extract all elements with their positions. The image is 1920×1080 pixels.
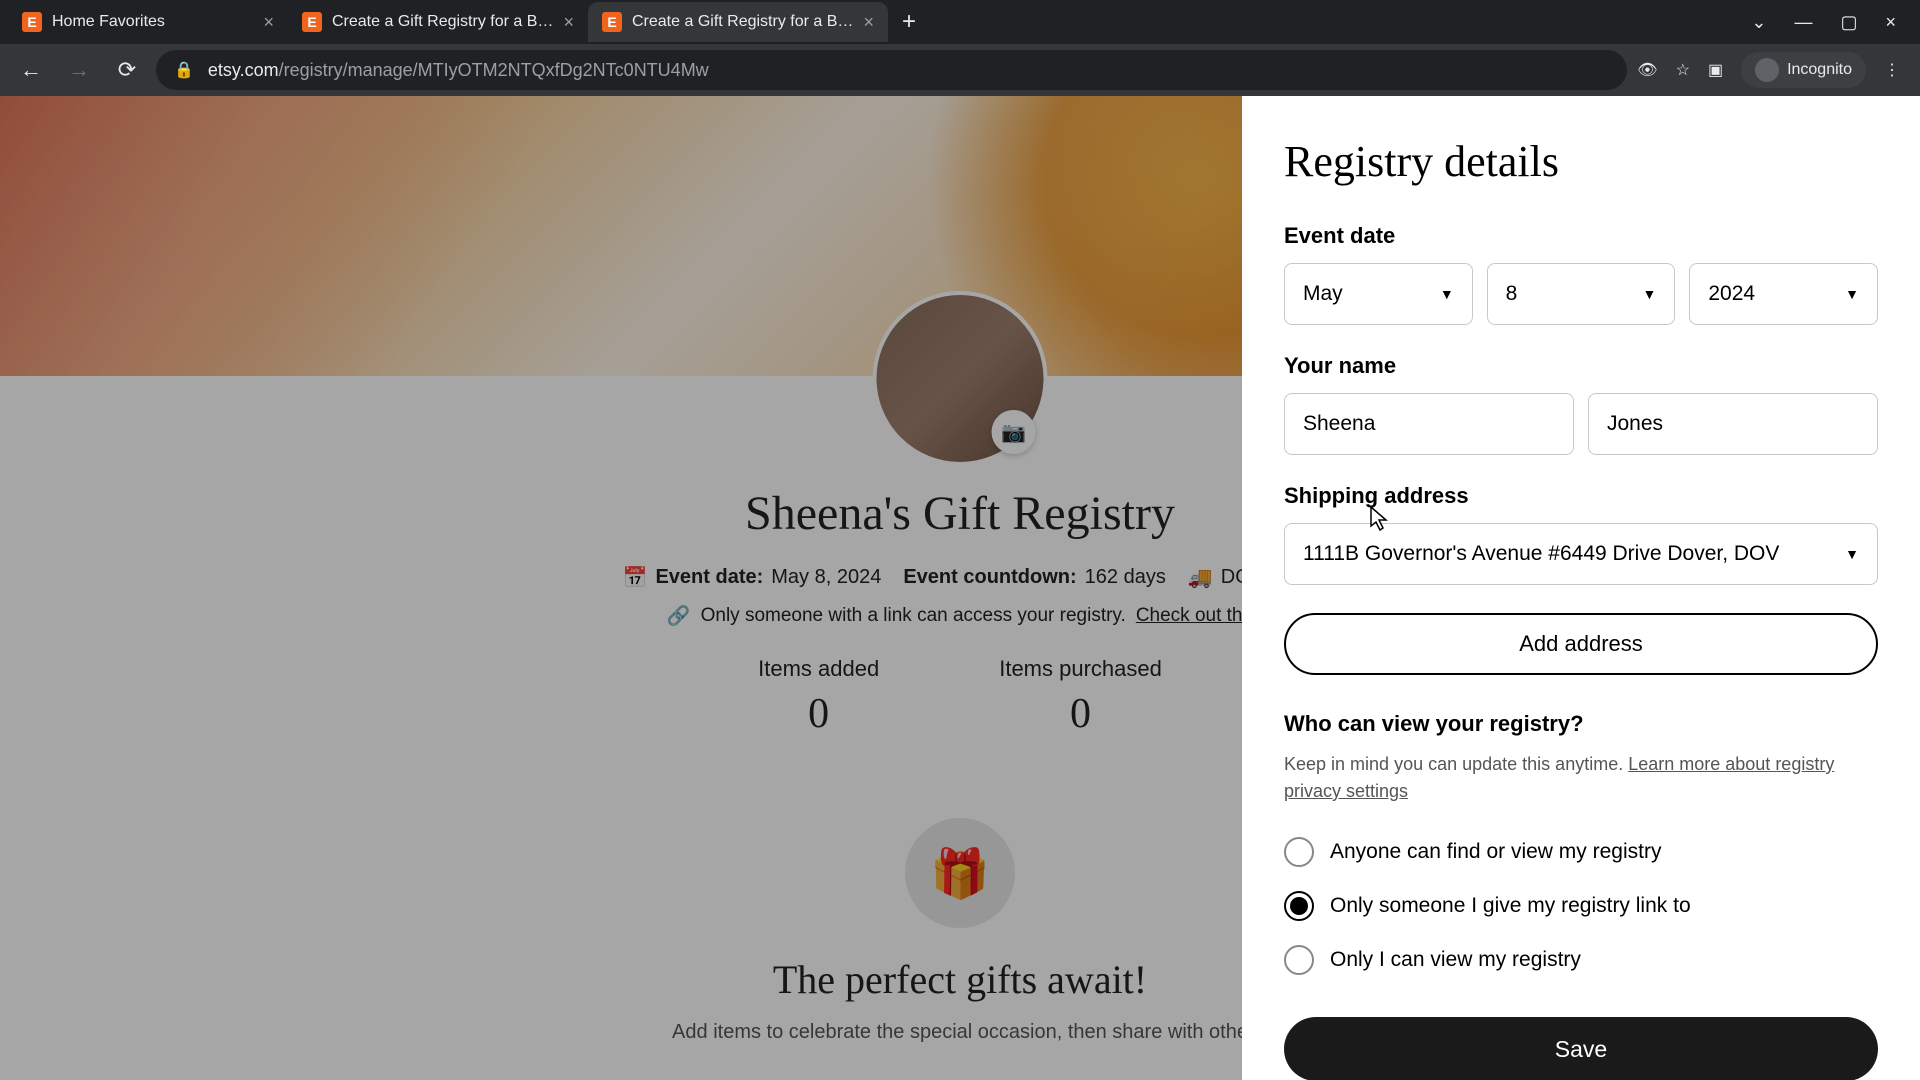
panel-icon[interactable]: ▣ xyxy=(1708,60,1723,80)
save-button[interactable]: Save xyxy=(1284,1017,1878,1080)
url-text: etsy.com/registry/manage/MTIyOTM2NTQxfDg… xyxy=(208,60,709,81)
incognito-label: Incognito xyxy=(1787,61,1852,79)
your-name-label: Your name xyxy=(1284,353,1878,379)
close-tab-icon[interactable]: × xyxy=(263,12,274,33)
reload-button[interactable]: ⟳ xyxy=(108,51,146,89)
minimize-icon[interactable]: — xyxy=(1794,12,1812,33)
close-tab-icon[interactable]: × xyxy=(863,12,874,33)
radio-icon xyxy=(1284,945,1314,975)
tab-title: Create a Gift Registry for a Birth xyxy=(632,13,853,31)
maximize-icon[interactable]: ▢ xyxy=(1840,12,1857,33)
caret-down-icon: ▼ xyxy=(1845,286,1859,302)
new-tab-button[interactable]: + xyxy=(888,8,930,36)
chevron-down-icon[interactable]: ⌄ xyxy=(1751,12,1766,33)
last-name-input[interactable]: Jones xyxy=(1588,393,1878,455)
close-tab-icon[interactable]: × xyxy=(563,12,574,33)
privacy-radio-link-only[interactable]: Only someone I give my registry link to xyxy=(1284,879,1878,933)
page-content: 📷 Sheena's Gift Registry 📅 Event date: M… xyxy=(0,96,1920,1080)
incognito-badge[interactable]: Incognito xyxy=(1741,52,1866,88)
caret-down-icon: ▼ xyxy=(1845,546,1859,562)
etsy-favicon: E xyxy=(602,12,622,32)
etsy-favicon: E xyxy=(22,12,42,32)
day-select[interactable]: 8 ▼ xyxy=(1487,263,1676,325)
browser-toolbar: ← → ⟳ 🔒 etsy.com/registry/manage/MTIyOTM… xyxy=(0,44,1920,96)
tab-title: Create a Gift Registry for a Birth xyxy=(332,13,553,31)
add-address-button[interactable]: Add address xyxy=(1284,613,1878,675)
privacy-question-label: Who can view your registry? xyxy=(1284,711,1878,737)
shipping-address-label: Shipping address xyxy=(1284,483,1878,509)
first-name-input[interactable]: Sheena xyxy=(1284,393,1574,455)
event-date-label: Event date xyxy=(1284,223,1878,249)
lock-icon: 🔒 xyxy=(174,60,194,80)
address-bar[interactable]: 🔒 etsy.com/registry/manage/MTIyOTM2NTQxf… xyxy=(156,50,1627,90)
caret-down-icon: ▼ xyxy=(1642,286,1656,302)
forward-button[interactable]: → xyxy=(60,51,98,89)
browser-tab-active[interactable]: E Create a Gift Registry for a Birth × xyxy=(588,2,888,42)
browser-tab[interactable]: E Home Favorites × xyxy=(8,2,288,42)
panel-title: Registry details xyxy=(1284,136,1878,187)
back-button[interactable]: ← xyxy=(12,51,50,89)
star-icon[interactable]: ☆ xyxy=(1676,60,1690,80)
incognito-icon xyxy=(1755,58,1779,82)
radio-icon xyxy=(1284,837,1314,867)
registry-details-panel: × Registry details Event date May ▼ 8 ▼ … xyxy=(1242,96,1920,1080)
privacy-radio-anyone[interactable]: Anyone can find or view my registry xyxy=(1284,825,1878,879)
browser-tab[interactable]: E Create a Gift Registry for a Birth × xyxy=(288,2,588,42)
etsy-favicon: E xyxy=(302,12,322,32)
privacy-hint: Keep in mind you can update this anytime… xyxy=(1284,751,1878,805)
close-window-icon[interactable]: × xyxy=(1885,12,1896,33)
eye-off-icon[interactable]: 👁 xyxy=(1637,60,1657,80)
radio-checked-icon xyxy=(1284,891,1314,921)
caret-down-icon: ▼ xyxy=(1440,286,1454,302)
tab-bar: E Home Favorites × E Create a Gift Regis… xyxy=(0,0,1920,44)
year-select[interactable]: 2024 ▼ xyxy=(1689,263,1878,325)
month-select[interactable]: May ▼ xyxy=(1284,263,1473,325)
shipping-address-select[interactable]: 1111B Governor's Avenue #6449 Drive Dove… xyxy=(1284,523,1878,585)
tab-title: Home Favorites xyxy=(52,13,253,31)
privacy-radio-only-me[interactable]: Only I can view my registry xyxy=(1284,933,1878,987)
window-controls: ⌄ — ▢ × xyxy=(1751,12,1912,33)
menu-icon[interactable]: ⋮ xyxy=(1884,60,1900,80)
